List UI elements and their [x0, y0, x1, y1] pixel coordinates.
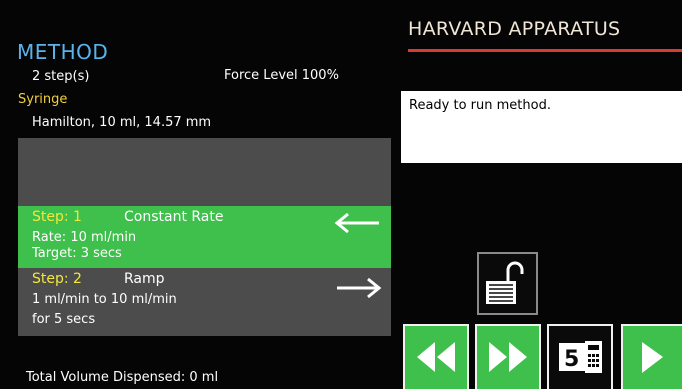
brand-title: HARVARD APPARATUS — [408, 18, 621, 40]
method-panel-icon: 5 — [559, 341, 602, 373]
step-row-1[interactable]: Step: 1 Constant Rate Rate: 10 ml/min Ta… — [18, 206, 391, 268]
step-type: Ramp — [124, 271, 165, 287]
total-volume-dispensed: Total Volume Dispensed: 0 ml — [26, 370, 219, 385]
pump-screen: METHOD 2 step(s) Force Level 100% Syring… — [0, 0, 682, 389]
fast-forward-button[interactable] — [475, 324, 541, 389]
step-rate-range: 1 ml/min to 10 ml/min — [32, 292, 177, 307]
arrow-left-icon — [334, 212, 379, 234]
run-button[interactable] — [621, 324, 682, 389]
step-duration: for 5 secs — [32, 312, 96, 327]
status-message-box: Ready to run method. — [401, 91, 682, 163]
unlocked-padlock-icon — [486, 261, 524, 304]
step-rate: Rate: 10 ml/min — [32, 230, 137, 245]
rewind-button[interactable] — [403, 324, 469, 389]
brand-underline — [408, 49, 682, 52]
step-type: Constant Rate — [124, 209, 224, 225]
step-row-2[interactable]: Step: 2 Ramp 1 ml/min to 10 ml/min for 5… — [18, 268, 391, 336]
arrow-right-icon — [337, 277, 382, 299]
step-number: Step: 2 — [32, 271, 82, 287]
method-title: METHOD — [17, 40, 109, 64]
status-message: Ready to run method. — [409, 98, 551, 113]
step-list-header-area — [18, 138, 391, 206]
svg-text:5: 5 — [564, 347, 579, 372]
syringe-value: Hamilton, 10 ml, 14.57 mm — [32, 115, 212, 130]
step-target: Target: 3 secs — [32, 246, 122, 261]
rewind-icon — [417, 342, 455, 372]
play-icon — [642, 342, 663, 373]
fast-forward-icon — [489, 342, 527, 372]
force-level: Force Level 100% — [224, 68, 339, 83]
unlock-button[interactable] — [477, 252, 538, 315]
step-number: Step: 1 — [32, 209, 82, 225]
method-button[interactable]: 5 — [547, 324, 613, 389]
steps-count: 2 step(s) — [32, 69, 90, 84]
syringe-label: Syringe — [18, 92, 68, 107]
